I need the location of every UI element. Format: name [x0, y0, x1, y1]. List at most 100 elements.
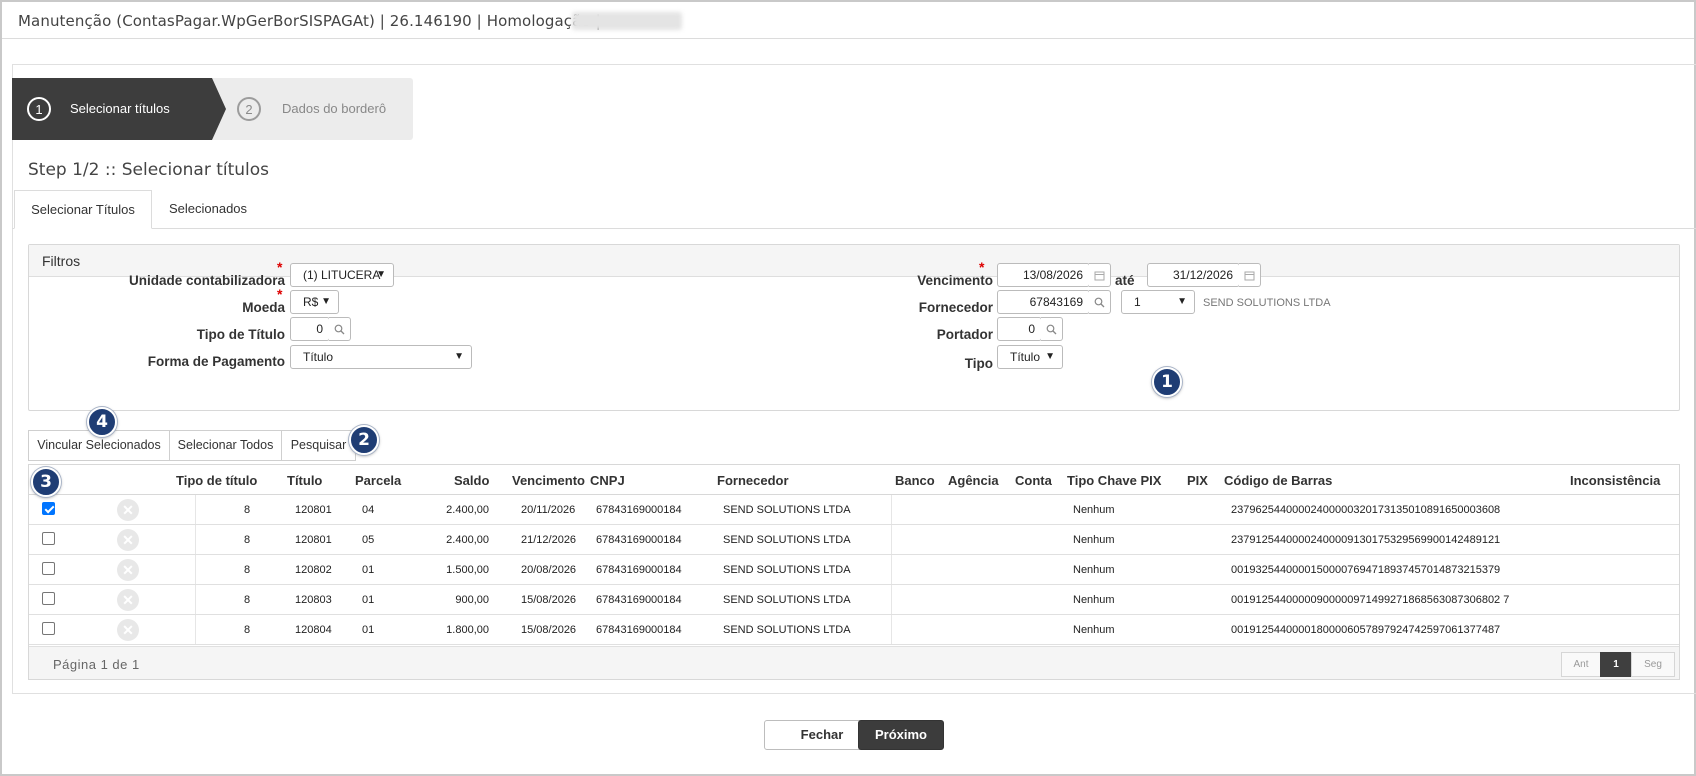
row-checkbox[interactable] — [42, 532, 55, 545]
table-row[interactable]: ✕ 8 120801 04 2.400,00 20/11/2026 678431… — [29, 495, 1679, 525]
grid-header: Tipo de título Título Parcela Saldo Venc… — [29, 465, 1679, 495]
calendar-icon — [1244, 271, 1255, 281]
table-row[interactable]: ✕ 8 120801 05 2.400,00 21/12/2026 678431… — [29, 525, 1679, 555]
row-checkbox[interactable] — [42, 502, 55, 515]
cell-titulo: 120803 — [295, 594, 332, 606]
cell-tipo: 8 — [244, 534, 251, 546]
cell-tipo-chave-pix: Nenhum — [1073, 624, 1115, 636]
remove-icon[interactable]: ✕ — [117, 529, 139, 551]
tab-selecionados[interactable]: Selecionados — [152, 190, 264, 229]
tipo-label: Tipo — [964, 356, 993, 371]
table-row[interactable]: ✕ 8 120803 01 900,00 15/08/2026 67843169… — [29, 585, 1679, 615]
prev-page-button[interactable]: Ant — [1561, 652, 1601, 677]
cell-codigo-barras: 2379125440000240000913017532956990014248… — [1231, 534, 1501, 546]
title-bar: Manutenção (ContasPagar.WpGerBorSISPAGAt… — [2, 2, 1694, 39]
selecionar-todos-button[interactable]: Selecionar Todos — [169, 430, 282, 461]
current-page-button[interactable]: 1 — [1600, 652, 1632, 677]
col-codigo-barras[interactable]: Código de Barras — [1224, 473, 1332, 488]
table-row[interactable]: ✕ 8 120802 01 1.500,00 20/08/2026 678431… — [29, 555, 1679, 585]
forma-pagamento-select[interactable]: Título ▼ — [290, 345, 472, 369]
cell-vencimento: 15/08/2026 — [521, 624, 577, 636]
vencimento-ate-input[interactable]: 31/12/2026 — [1147, 263, 1240, 287]
remove-icon[interactable]: ✕ — [117, 589, 139, 611]
col-tipo-titulo[interactable]: Tipo de título — [176, 473, 257, 488]
page-info: Página 1 de 1 — [53, 657, 140, 672]
column-divider — [195, 525, 196, 554]
tab-selecionar-titulos[interactable]: Selecionar Títulos — [14, 190, 152, 229]
cell-vencimento: 21/12/2026 — [521, 534, 577, 546]
col-tipo-chave-pix[interactable]: Tipo Chave PIX — [1067, 473, 1161, 488]
row-checkbox[interactable] — [42, 622, 55, 635]
cell-parcela: 05 — [362, 534, 375, 546]
column-divider — [891, 585, 892, 614]
required-mark: * — [277, 286, 283, 302]
forma-pagamento-label: Forma de Pagamento — [147, 354, 285, 369]
col-fornecedor[interactable]: Fornecedor — [717, 473, 789, 488]
forma-pagamento-value: Título — [303, 350, 334, 364]
step-label: Selecionar títulos — [70, 101, 170, 116]
cell-codigo-barras: 2379625440000240000032017313501089165000… — [1231, 504, 1501, 516]
step-number: 2 — [237, 97, 261, 121]
column-divider — [195, 555, 196, 584]
col-vencimento[interactable]: Vencimento — [512, 473, 585, 488]
portador-search-button[interactable] — [1041, 317, 1063, 341]
cell-saldo: 900,00 — [455, 594, 489, 606]
col-pix[interactable]: PIX — [1187, 473, 1208, 488]
callout-badge-3: 3 — [31, 467, 61, 497]
pesquisar-button[interactable]: Pesquisar — [281, 430, 356, 461]
column-divider — [891, 555, 892, 584]
cell-parcela: 01 — [362, 564, 375, 576]
search-icon — [1094, 297, 1105, 308]
cell-saldo: 2.400,00 — [446, 534, 489, 546]
col-cnpj[interactable]: CNPJ — [590, 473, 625, 488]
cell-cnpj: 67843169000184 — [596, 504, 682, 516]
cell-titulo: 120801 — [295, 534, 332, 546]
column-divider — [891, 615, 892, 644]
cell-parcela: 01 — [362, 624, 375, 636]
chevron-down-icon: ▼ — [321, 296, 331, 307]
portador-input[interactable]: 0 — [997, 317, 1042, 341]
column-divider — [195, 495, 196, 524]
tipo-titulo-input[interactable]: 0 — [290, 317, 330, 341]
col-parcela[interactable]: Parcela — [355, 473, 401, 488]
cell-cnpj: 67843169000184 — [596, 534, 682, 546]
callout-badge-4: 4 — [87, 407, 117, 437]
fornecedor-search-button[interactable] — [1089, 290, 1111, 314]
unidade-label: Unidade contabilizadora — [128, 273, 285, 288]
table-row[interactable]: ✕ 8 120804 01 1.800,00 15/08/2026 678431… — [29, 615, 1679, 645]
tipo-titulo-search-button[interactable] — [329, 317, 351, 341]
next-page-button[interactable]: Seg — [1631, 652, 1675, 677]
tipo-titulo-label: Tipo de Título — [196, 327, 285, 342]
cell-saldo: 1.800,00 — [446, 624, 489, 636]
unidade-select[interactable]: (1) LITUCERA ▼ — [290, 263, 394, 287]
remove-icon[interactable]: ✕ — [117, 499, 139, 521]
fornecedor-input[interactable]: 67843169 — [997, 290, 1090, 314]
col-titulo[interactable]: Título — [287, 473, 322, 488]
loja-value: 1 — [1134, 295, 1141, 309]
tipo-select[interactable]: Título ▼ — [997, 345, 1063, 369]
proximo-button[interactable]: Próximo — [858, 720, 944, 750]
vencimento-de-calendar-button[interactable] — [1089, 263, 1111, 287]
col-banco[interactable]: Banco — [895, 473, 935, 488]
col-saldo[interactable]: Saldo — [454, 473, 489, 488]
col-conta[interactable]: Conta — [1015, 473, 1052, 488]
col-agencia[interactable]: Agência — [948, 473, 999, 488]
required-mark: * — [277, 259, 283, 275]
cell-saldo: 2.400,00 — [446, 504, 489, 516]
col-inconsistencia[interactable]: Inconsistência — [1570, 473, 1660, 488]
moeda-select[interactable]: R$ ▼ — [290, 290, 339, 314]
remove-icon[interactable]: ✕ — [117, 619, 139, 641]
required-mark: * — [979, 259, 985, 275]
row-checkbox[interactable] — [42, 562, 55, 575]
cell-fornecedor: SEND SOLUTIONS LTDA — [723, 534, 851, 546]
vencimento-de-input[interactable]: 13/08/2026 — [997, 263, 1090, 287]
wizard-step-2[interactable]: 2 Dados do borderô — [212, 78, 413, 140]
fornecedor-loja-select[interactable]: 1 ▼ — [1121, 290, 1195, 314]
remove-icon[interactable]: ✕ — [117, 559, 139, 581]
row-checkbox[interactable] — [42, 592, 55, 605]
wizard-step-1[interactable]: 1 Selecionar títulos — [12, 78, 212, 140]
vencimento-ate-calendar-button[interactable] — [1239, 263, 1261, 287]
fornecedor-name: SEND SOLUTIONS LTDA — [1203, 297, 1331, 309]
search-icon — [334, 324, 345, 335]
cell-fornecedor: SEND SOLUTIONS LTDA — [723, 594, 851, 606]
